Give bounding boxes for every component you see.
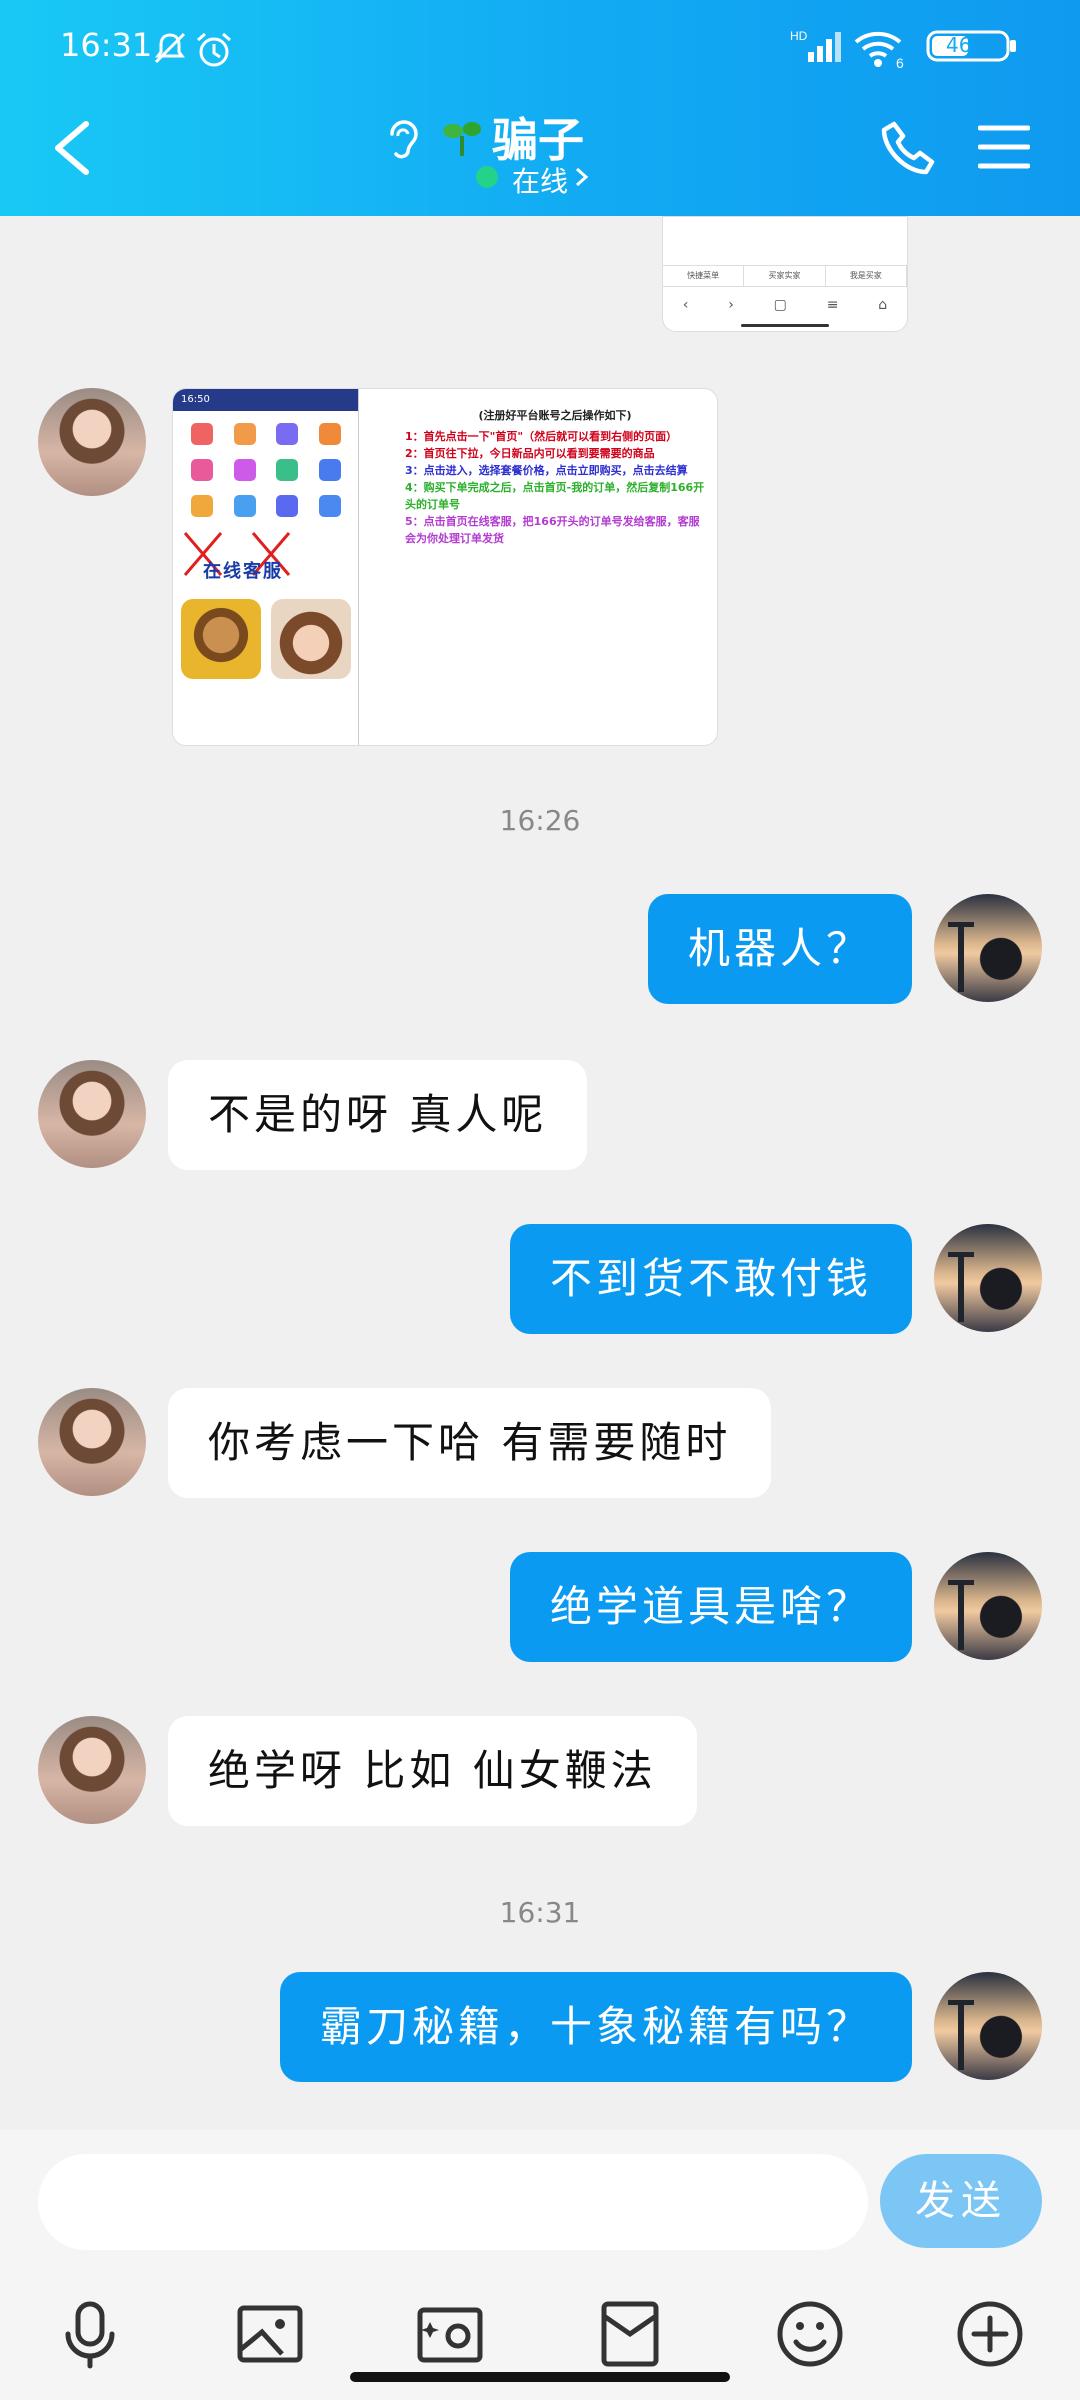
battery-level: 46: [946, 33, 972, 57]
message-bubble-outgoing[interactable]: 霸刀秘籍，十象秘籍有吗？: [279, 1972, 912, 2082]
instructions-text: (注册好平台账号之后操作如下) 1：首先点击一下"首页"（然后就可以看到右侧的页…: [405, 407, 705, 547]
red-packet-icon[interactable]: [594, 2298, 666, 2370]
message-bubble-incoming[interactable]: 你考虑一下哈 有需要随时: [168, 1388, 772, 1498]
message-bubble-outgoing[interactable]: 机器人？: [647, 894, 912, 1004]
instruction-line: 3：点击进入，选择套餐价格，点击立即购买，点击去结算: [405, 464, 688, 477]
plus-icon[interactable]: [954, 2298, 1026, 2370]
user-avatar[interactable]: [934, 1552, 1042, 1660]
online-status: 在线: [512, 165, 569, 198]
image-icon[interactable]: [234, 2298, 306, 2370]
message-bubble-outgoing[interactable]: 不到货不敢付钱: [509, 1224, 912, 1334]
screenshot-tabs: 快捷菜单 买家实家 我是买家: [663, 265, 907, 287]
phone-icon[interactable]: [880, 120, 936, 176]
user-avatar[interactable]: [934, 1972, 1042, 2080]
game-thumbnail: [271, 599, 351, 679]
user-avatar[interactable]: [934, 1224, 1042, 1332]
status-time: 16:31: [60, 26, 153, 64]
chevron-right-icon: [576, 167, 589, 187]
message-bubble-incoming[interactable]: 不是的呀 真人呢: [168, 1060, 588, 1170]
user-avatar[interactable]: [934, 894, 1042, 1002]
wifi-icon: 6: [854, 31, 904, 68]
battery-icon: 46: [926, 30, 1020, 62]
microphone-icon[interactable]: [54, 2298, 126, 2370]
screenshot-tab: 买家实家: [744, 266, 826, 286]
image-message[interactable]: 快捷菜单 买家实家 我是买家 ‹ › ▢ ≡ ⌂: [662, 216, 908, 332]
alarm-icon: [197, 32, 231, 67]
signal-icon: HD: [790, 29, 841, 62]
screenshot-tab: 快捷菜单: [663, 266, 745, 286]
contact-title[interactable]: 骗子 在线: [380, 100, 710, 200]
mute-icon: [154, 32, 186, 64]
contact-avatar[interactable]: [38, 388, 146, 496]
instruction-line: 5：点击首页在线客服，把166开头的订单号发给客服，客服会为你处理订单发货: [405, 515, 700, 545]
service-label: 在线客服: [203, 561, 283, 582]
status-bar: 16:31 HD 6 46: [60, 26, 1020, 68]
menu-icon[interactable]: [978, 124, 1030, 170]
contact-avatar[interactable]: [38, 1716, 146, 1824]
instruction-line: 2：首页往下拉，今日新品内可以看到要需要的商品: [405, 447, 655, 460]
screenshot-home-bar: [741, 324, 829, 327]
emoji-icon[interactable]: [774, 2298, 846, 2370]
game-thumbnail: [181, 599, 261, 679]
timestamp: 16:26: [499, 804, 581, 837]
contact-avatar[interactable]: [38, 1388, 146, 1496]
chat-header: 16:31 HD 6 46 骗子 在线: [0, 0, 1080, 216]
screenshot-app: 16:50 在线客服: [173, 389, 359, 745]
sprout-icon: [443, 122, 481, 156]
send-button[interactable]: 发送: [880, 2154, 1042, 2248]
instructions-heading: (注册好平台账号之后操作如下): [478, 409, 632, 422]
svg-text:HD: HD: [790, 29, 808, 43]
instruction-line: 1：首先点击一下"首页"（然后就可以看到右侧的页面）: [405, 430, 678, 443]
camera-icon[interactable]: [414, 2298, 486, 2370]
message-list[interactable]: 快捷菜单 买家实家 我是买家 ‹ › ▢ ≡ ⌂ 16:50 在线客服 (注册好平台: [0, 216, 1080, 2130]
screenshot-tab: 我是买家: [826, 266, 907, 286]
message-input[interactable]: [38, 2154, 868, 2250]
instruction-line: 4：购买下单完成之后，点击首页-我的订单，然后复制166开头的订单号: [405, 481, 705, 511]
contact-avatar[interactable]: [38, 1060, 146, 1168]
ear-icon: [390, 120, 418, 159]
timestamp: 16:31: [499, 1896, 581, 1929]
home-indicator[interactable]: [350, 2372, 730, 2382]
svg-text:6: 6: [896, 55, 904, 68]
screenshot-navbar: ‹ › ▢ ≡ ⌂: [682, 297, 888, 313]
message-bubble-incoming[interactable]: 绝学呀 比如 仙女鞭法: [168, 1716, 697, 1826]
online-status-dot: [476, 166, 498, 188]
input-bar: 发送: [0, 2130, 1080, 2400]
message-bubble-outgoing[interactable]: 绝学道具是啥？: [509, 1552, 912, 1662]
image-message[interactable]: 16:50 在线客服 (注册好平台账号之后操作如下) 1：首先点击一下"首页"（…: [172, 388, 718, 746]
back-arrow-icon[interactable]: [48, 118, 98, 178]
